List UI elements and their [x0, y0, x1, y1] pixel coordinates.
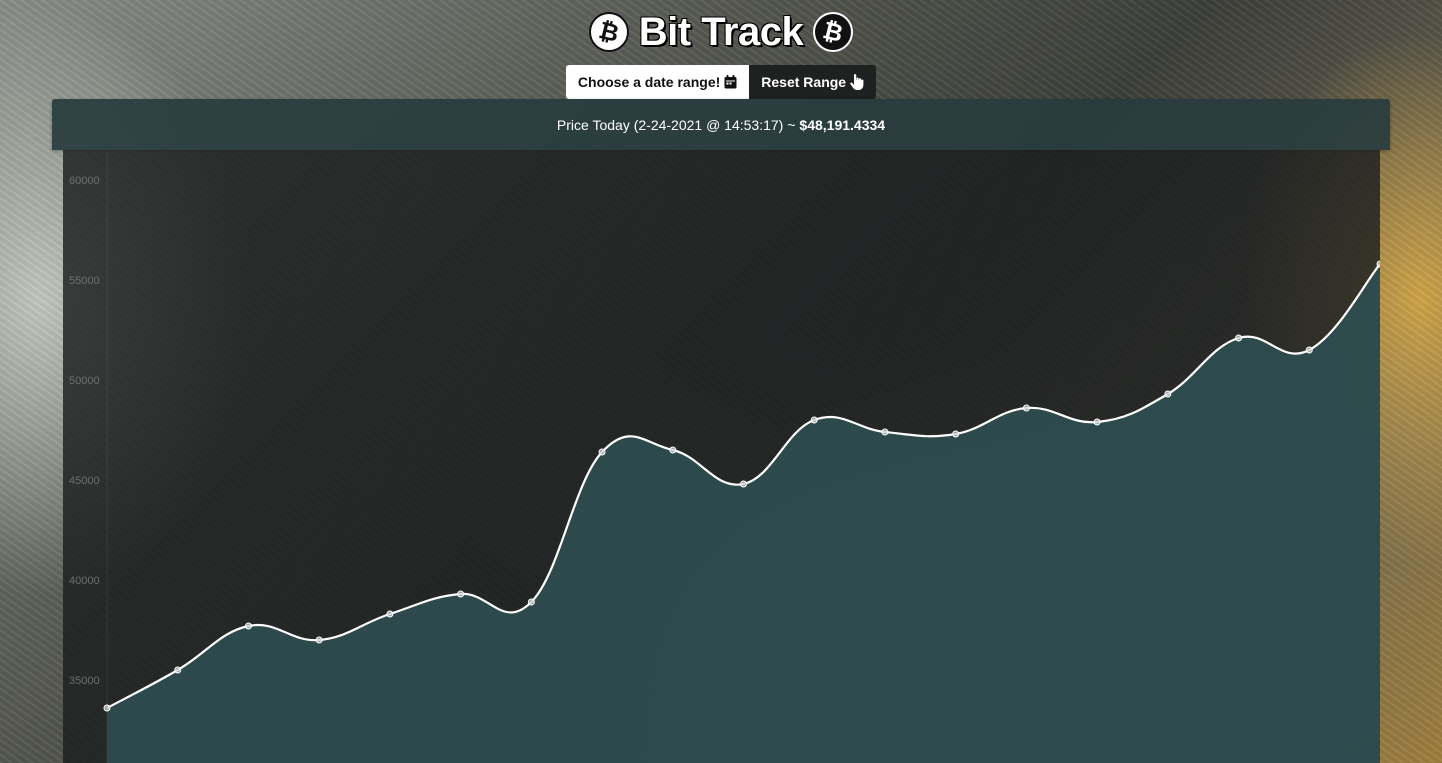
y-tick-label: 60000: [69, 175, 100, 187]
y-tick-label: 50000: [69, 375, 100, 387]
data-point[interactable]: [457, 590, 465, 598]
data-point[interactable]: [669, 446, 677, 454]
app-header: ₿ Bit Track ₿: [0, 6, 1442, 58]
data-point[interactable]: [244, 622, 252, 630]
data-point[interactable]: [103, 704, 111, 712]
price-chart-panel: Price Today (2-24-2021 @ 14:53:17) ~ $48…: [52, 99, 1390, 763]
y-tick-label: 45000: [69, 475, 100, 487]
bitcoin-icon: ₿: [813, 12, 854, 52]
y-tick-label: 35000: [69, 675, 100, 687]
app-title: Bit Track: [638, 9, 804, 54]
reset-range-label: Reset Range: [761, 74, 847, 90]
range-controls: Choose a date range! Reset Range: [0, 65, 1442, 99]
price-today-value: $48,191.4334: [799, 116, 886, 133]
hand-pointer-icon: [850, 74, 864, 90]
series-area-fill: [107, 264, 1380, 763]
price-today-label: Price Today (2-24-2021 @ 14:53:17) ~: [556, 116, 796, 133]
data-point[interactable]: [1164, 390, 1172, 398]
chart-area: 35000 40000 45000 50000 55000 60000: [63, 150, 1380, 763]
data-point[interactable]: [1235, 334, 1243, 342]
data-point[interactable]: [1022, 404, 1030, 412]
data-point[interactable]: [174, 666, 182, 674]
data-point[interactable]: [1376, 260, 1380, 268]
calendar-icon: [724, 75, 737, 89]
data-point[interactable]: [315, 636, 323, 644]
y-tick-label: 55000: [69, 275, 100, 287]
data-point[interactable]: [1305, 346, 1313, 354]
y-tick-label: 40000: [69, 575, 100, 587]
data-point[interactable]: [386, 610, 394, 618]
reset-range-button[interactable]: Reset Range: [749, 65, 877, 99]
data-point[interactable]: [740, 480, 747, 488]
choose-date-range-button[interactable]: Choose a date range!: [565, 65, 750, 99]
data-point[interactable]: [810, 416, 818, 424]
price-today-bar: Price Today (2-24-2021 @ 14:53:17) ~ $48…: [52, 99, 1390, 150]
data-point[interactable]: [527, 598, 535, 606]
choose-date-range-label: Choose a date range!: [577, 74, 721, 90]
data-point[interactable]: [952, 430, 960, 438]
data-point[interactable]: [881, 428, 889, 436]
bitcoin-icon: ₿: [588, 12, 629, 52]
price-line-chart[interactable]: 35000 40000 45000 50000 55000 60000: [63, 150, 1380, 763]
data-point[interactable]: [598, 448, 606, 456]
data-point[interactable]: [1093, 418, 1101, 426]
